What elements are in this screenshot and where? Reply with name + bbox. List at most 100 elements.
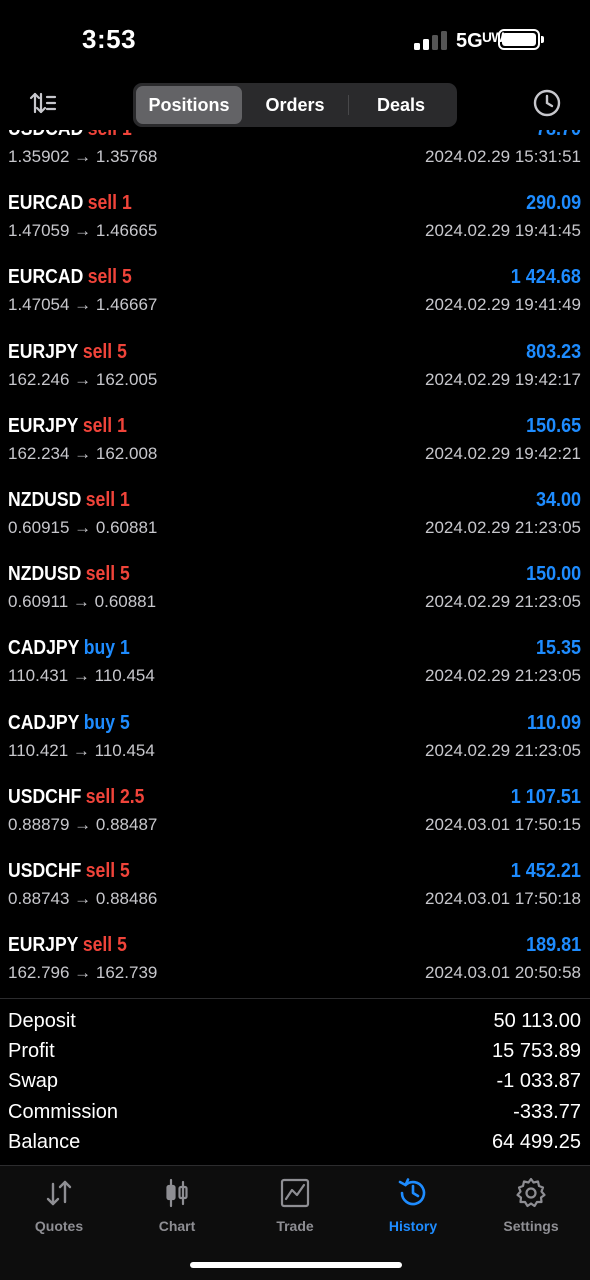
deal-row[interactable]: USDCHF sell 5 0.88743 → 0.88486 1 452.21 202… xyxy=(0,834,590,908)
chart-icon xyxy=(166,1178,188,1208)
deal-row[interactable]: EURJPY sell 5 162.246 → 162.005 803.23 2024.… xyxy=(0,315,590,389)
deal-symbol: USDCHF xyxy=(8,785,82,808)
summary-label: Profit xyxy=(8,1040,55,1063)
clock-icon[interactable] xyxy=(532,88,562,118)
deal-date: 2024.02.29 19:41:45 xyxy=(425,221,581,241)
deal-prices: 0.60911 → 0.60881 xyxy=(8,592,157,612)
summary-value: 64 499.25 xyxy=(492,1130,581,1153)
account-summary: Deposit 50 113.00 Profit 15 753.89 Swap -1 03… xyxy=(0,1007,590,1158)
deal-prices: 162.234 → 162.008 xyxy=(8,443,158,463)
status-bar: 3:53 5Gᵁᵂ xyxy=(0,0,590,80)
deal-volume: 1 xyxy=(122,130,132,140)
deal-volume: 5 xyxy=(117,340,127,363)
battery-icon xyxy=(498,29,544,50)
deal-profit: 15.35 xyxy=(535,637,581,660)
deal-volume: 5 xyxy=(117,934,127,957)
deal-symbol-line: EURCAD sell 5 xyxy=(8,266,132,289)
tab-settings-label: Settings xyxy=(503,1218,559,1234)
deal-symbol: EURCAD xyxy=(8,192,84,215)
summary-row-profit: Profit 15 753.89 xyxy=(0,1037,590,1067)
deal-profit: 290.09 xyxy=(525,192,581,215)
deal-row[interactable]: EURCAD sell 5 1.47054 → 1.46667 1 424.68 202… xyxy=(0,240,590,314)
deal-volume: 5 xyxy=(119,711,130,734)
deal-row[interactable]: EURCAD sell 1 1.47059 → 1.46665 290.09 2024.… xyxy=(0,166,590,240)
tab-quotes-label: Quotes xyxy=(34,1218,84,1234)
summary-row-commission: Commission -333.77 xyxy=(0,1098,590,1128)
tab-history[interactable]: History xyxy=(354,1176,472,1234)
deal-direction-volume: sell 5 xyxy=(88,266,132,288)
tab-positions[interactable]: Positions xyxy=(136,86,242,124)
deal-profit: 34.00 xyxy=(535,488,581,511)
trade-icon xyxy=(280,1178,310,1208)
deal-prices: 162.246 → 162.005 xyxy=(8,369,158,389)
deal-profit: 110.09 xyxy=(526,711,581,734)
tab-quotes[interactable]: Quotes xyxy=(0,1176,118,1234)
deal-symbol-line: USDCHF sell 2.5 xyxy=(8,786,144,809)
home-indicator[interactable] xyxy=(190,1262,402,1268)
deal-date: 2024.02.29 19:42:21 xyxy=(425,443,581,463)
deal-date: 2024.02.29 19:42:17 xyxy=(425,369,581,389)
deal-volume: 5 xyxy=(119,563,130,586)
deal-direction: sell xyxy=(85,785,116,808)
deal-direction: buy xyxy=(83,711,116,734)
deal-symbol-line: NZDUSD sell 1 xyxy=(8,489,130,512)
deal-prices: 1.47054 → 1.46667 xyxy=(8,295,158,315)
tab-chart[interactable]: Chart xyxy=(118,1176,236,1234)
deal-prices: 162.796 → 162.739 xyxy=(8,963,158,983)
deal-direction: sell xyxy=(88,130,117,140)
deal-date: 2024.02.29 19:41:49 xyxy=(425,295,581,315)
tab-settings[interactable]: Settings xyxy=(472,1176,590,1234)
deal-row[interactable]: CADJPY buy 5 110.421 → 110.454 110.09 2024.0… xyxy=(0,686,590,760)
deal-row[interactable]: CADJPY buy 1 110.431 → 110.454 15.35 2024.02… xyxy=(0,611,590,685)
deal-profit: 150.65 xyxy=(525,414,581,437)
top-nav: Positions Orders Deals xyxy=(0,80,590,130)
deal-row[interactable]: NZDUSD sell 5 0.60911 → 0.60881 150.00 2024.… xyxy=(0,537,590,611)
deal-direction-volume: sell 1 xyxy=(86,489,130,511)
tab-trade-label: Trade xyxy=(276,1218,314,1234)
deal-date: 2024.02.29 21:23:05 xyxy=(425,592,581,612)
tab-trade[interactable]: Trade xyxy=(236,1176,354,1234)
deal-symbol-line: USDCAD sell 1 xyxy=(8,130,132,141)
deal-symbol-line: USDCHF sell 5 xyxy=(8,860,130,883)
deal-symbol: USDCAD xyxy=(8,130,83,140)
deal-row[interactable]: USDCHF sell 2.5 0.88879 → 0.88487 1 107.51 2… xyxy=(0,760,590,834)
deal-row[interactable]: USDCAD sell 1 1.35902 → 1.35768 78.70 2024.0… xyxy=(0,130,590,166)
tab-deals[interactable]: Deals xyxy=(348,86,454,124)
deal-symbol: NZDUSD xyxy=(8,488,82,511)
deal-prices: 110.431 → 110.454 xyxy=(8,666,155,686)
deal-profit: 150.00 xyxy=(525,563,581,586)
deal-row[interactable]: NZDUSD sell 1 0.60915 → 0.60881 34.00 2024.0… xyxy=(0,463,590,537)
summary-value: 50 113.00 xyxy=(493,1010,582,1032)
summary-value: -333.77 xyxy=(513,1100,581,1123)
deal-profit: 189.81 xyxy=(525,934,581,957)
settings-icon xyxy=(516,1177,546,1208)
deal-direction-volume: sell 5 xyxy=(83,341,127,363)
deal-direction: sell xyxy=(87,192,118,215)
summary-label: Balance xyxy=(8,1130,81,1153)
status-time: 3:53 xyxy=(82,24,137,54)
deal-direction: sell xyxy=(82,340,113,363)
deal-symbol-line: EURJPY sell 1 xyxy=(8,415,127,438)
deal-symbol-line: EURJPY sell 5 xyxy=(8,341,127,364)
deal-row[interactable]: EURJPY sell 1 162.234 → 162.008 150.65 2024.… xyxy=(0,389,590,463)
deal-direction: buy xyxy=(83,637,116,660)
deal-symbol-line: CADJPY buy 5 xyxy=(8,712,130,735)
deal-symbol: EURJPY xyxy=(8,414,79,437)
deal-profit: 1 424.68 xyxy=(510,266,581,289)
summary-row-swap: Swap -1 033.87 xyxy=(0,1067,590,1097)
sort-icon[interactable] xyxy=(28,88,60,120)
deal-symbol-line: CADJPY buy 1 xyxy=(8,637,130,660)
summary-label: Deposit xyxy=(8,1010,76,1032)
deal-direction-volume: sell 1 xyxy=(88,192,132,214)
deal-profit: 1 452.21 xyxy=(510,859,581,882)
summary-value: 15 753.89 xyxy=(492,1040,581,1063)
deal-row[interactable]: EURJPY sell 5 162.796 → 162.739 189.81 2024.… xyxy=(0,908,590,982)
deal-symbol: EURJPY xyxy=(8,934,79,957)
deal-prices: 0.88743 → 0.88486 xyxy=(8,888,158,908)
tab-orders[interactable]: Orders xyxy=(242,86,348,124)
deal-prices: 1.47059 → 1.46665 xyxy=(8,221,158,241)
deal-volume: 1 xyxy=(117,414,127,437)
deals-list[interactable]: USDCAD sell 1 1.35902 → 1.35768 78.70 2024.0… xyxy=(0,130,590,998)
deal-date: 2024.03.01 20:50:58 xyxy=(425,963,581,983)
summary-label: Commission xyxy=(8,1100,119,1123)
